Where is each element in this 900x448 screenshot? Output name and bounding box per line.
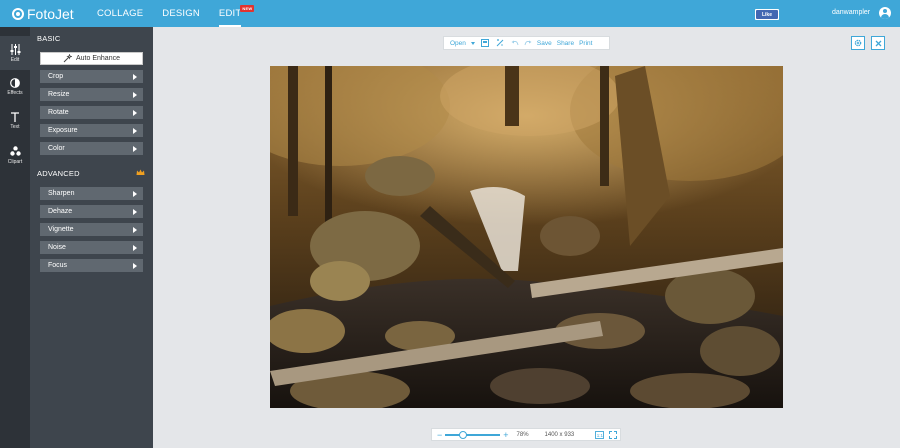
chevron-right-icon: [133, 190, 137, 197]
zoom-slider-handle[interactable]: [459, 430, 468, 439]
zoom-percent: 78%: [516, 431, 529, 438]
zoom-out-button[interactable]: −: [437, 430, 442, 440]
share-button[interactable]: Share: [557, 40, 574, 47]
logo-icon: [12, 7, 24, 20]
open-menu[interactable]: Open: [450, 40, 475, 47]
close-button[interactable]: [871, 36, 885, 50]
tool-color-button[interactable]: Color: [40, 142, 143, 155]
rail-item-text[interactable]: Text: [0, 104, 30, 138]
tool-crop-button[interactable]: Crop: [40, 70, 143, 83]
chevron-right-icon: [133, 91, 137, 98]
chevron-right-icon: [133, 145, 137, 152]
user-avatar-icon[interactable]: [879, 7, 891, 19]
crown-icon: [136, 169, 145, 175]
chevron-right-icon: [133, 226, 137, 233]
chevron-down-icon: [470, 41, 475, 45]
fotojet-logo[interactable]: FotoJet: [12, 6, 82, 22]
image-icon[interactable]: [480, 39, 489, 47]
photo-canvas[interactable]: [270, 66, 783, 408]
file-toolbar: Open Save Share Print: [443, 36, 610, 50]
chevron-right-icon: [133, 262, 137, 269]
tool-resize-button[interactable]: Resize: [40, 88, 143, 101]
clipart-icon: [9, 145, 21, 156]
chevron-right-icon: [133, 244, 137, 251]
tool-noise-button[interactable]: Noise: [40, 241, 143, 254]
compare-icon[interactable]: [496, 39, 504, 47]
nav-tab-collage[interactable]: COLLAGE: [97, 0, 143, 27]
redo-icon[interactable]: [524, 39, 532, 47]
zoom-in-button[interactable]: +: [503, 430, 508, 440]
nav-tab-design[interactable]: DESIGN: [162, 0, 200, 27]
basic-section-title: BASIC: [37, 34, 61, 43]
chevron-right-icon: [133, 73, 137, 80]
zoom-bar: − + 78% 1400 x 933 1:1: [431, 428, 621, 441]
tool-focus-button[interactable]: Focus: [40, 259, 143, 272]
tool-sharpen-button[interactable]: Sharpen: [40, 187, 143, 200]
effects-icon: [10, 78, 20, 88]
nav-tab-edit[interactable]: EDIT NEW: [218, 0, 255, 27]
advanced-section-title: ADVANCED: [37, 169, 80, 178]
gear-icon: [854, 39, 862, 47]
rail-item-clipart[interactable]: Clipart: [0, 138, 30, 172]
rail-item-edit[interactable]: Edit: [0, 36, 30, 70]
text-icon: [11, 112, 19, 122]
logo-text: FotoJet: [27, 5, 74, 22]
sliders-icon: [10, 43, 20, 55]
chevron-right-icon: [133, 127, 137, 134]
tool-dehaze-button[interactable]: Dehaze: [40, 205, 143, 218]
undo-icon[interactable]: [511, 39, 519, 47]
actual-size-icon[interactable]: 1:1: [595, 430, 605, 439]
print-button[interactable]: Print: [579, 40, 592, 47]
new-badge: NEW: [240, 5, 255, 12]
magic-wand-icon: [63, 54, 72, 63]
tool-rail: Edit Effects Text Clipart: [0, 27, 30, 448]
tool-vignette-button[interactable]: Vignette: [40, 223, 143, 236]
forest-stream-photo: [270, 66, 783, 408]
facebook-like-button[interactable]: Like: [755, 9, 779, 20]
image-dimensions: 1400 x 933: [544, 431, 575, 438]
edit-panel: BASIC Auto Enhance Crop Resize Rotate Ex…: [30, 27, 153, 448]
tool-rotate-button[interactable]: Rotate: [40, 106, 143, 119]
tool-exposure-button[interactable]: Exposure: [40, 124, 143, 137]
save-button[interactable]: Save: [537, 40, 552, 47]
settings-button[interactable]: [851, 36, 865, 50]
chevron-right-icon: [133, 109, 137, 116]
chevron-right-icon: [133, 208, 137, 215]
auto-enhance-button[interactable]: Auto Enhance: [40, 52, 143, 65]
username[interactable]: danwampler: [832, 9, 870, 16]
fit-screen-icon[interactable]: [609, 430, 618, 439]
zoom-slider[interactable]: [445, 430, 501, 439]
rail-item-effects[interactable]: Effects: [0, 70, 30, 104]
svg-text:1:1: 1:1: [597, 433, 604, 438]
close-icon: [875, 40, 881, 46]
